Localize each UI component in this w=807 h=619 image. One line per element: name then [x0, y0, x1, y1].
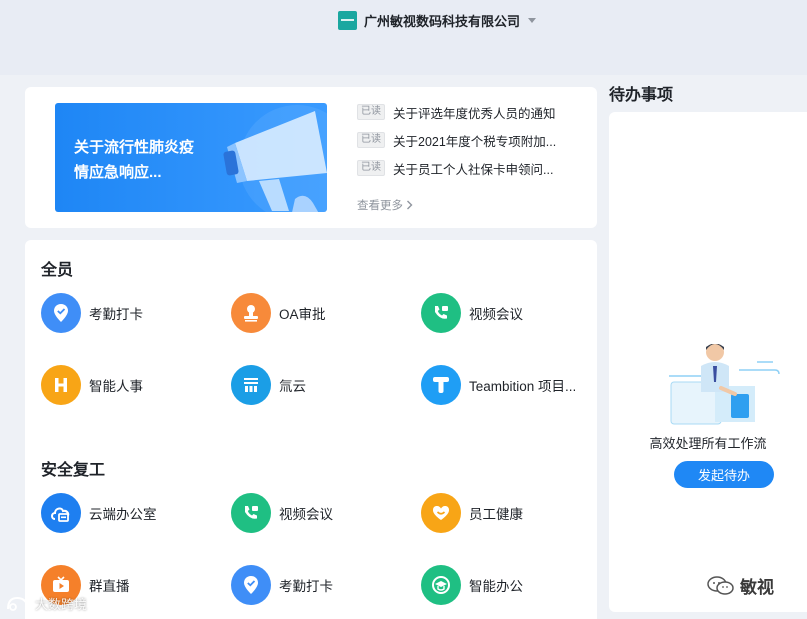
section-title-safe-return: 安全复工	[41, 462, 106, 479]
notice-item[interactable]: 已读 关于2021年度个税专项附加...	[357, 131, 587, 149]
app-label: 群直播	[89, 579, 130, 594]
notice-title: 关于评选年度优秀人员的通知	[393, 106, 556, 121]
cloud-form-icon	[231, 365, 271, 405]
app-label: 云端办公室	[89, 507, 157, 522]
app-label: 考勤打卡	[279, 579, 333, 594]
notice-item[interactable]: 已读 关于员工个人社保卡申领问...	[357, 159, 587, 177]
top-header: 广州敏视数码科技有限公司	[0, 0, 807, 75]
heart-icon	[421, 493, 461, 533]
wechat-icon	[707, 575, 734, 595]
org-switcher[interactable]: 广州敏视数码科技有限公司	[338, 10, 537, 30]
megaphone-icon	[223, 105, 327, 212]
cloud-office-icon	[41, 493, 81, 533]
teambition-icon	[421, 365, 461, 405]
app-cloud-office[interactable]: 云端办公室	[41, 493, 219, 533]
video-call-icon	[231, 493, 271, 533]
notice-list: 已读 关于评选年度优秀人员的通知 已读 关于2021年度个税专项附加... 已读…	[357, 103, 587, 187]
graduation-cap-icon	[421, 565, 461, 605]
read-badge: 已读	[357, 104, 385, 120]
notice-title: 关于2021年度个税专项附加...	[393, 134, 557, 149]
app-label: 氚云	[279, 379, 306, 394]
section-title-all-staff: 全员	[41, 262, 74, 279]
view-more-link[interactable]: 查看更多	[357, 197, 413, 213]
watermark-right: 敏视	[707, 573, 774, 598]
announcement-banner[interactable]: 关于流行性肺炎疫情应急响应...	[55, 103, 327, 212]
app-label: 视频会议	[279, 507, 333, 522]
app-video-meeting[interactable]: 视频会议	[231, 493, 409, 533]
app-label: 视频会议	[469, 307, 523, 322]
location-check-icon	[41, 293, 81, 333]
read-badge: 已读	[357, 132, 385, 148]
app-label: 考勤打卡	[89, 307, 143, 322]
create-todo-button[interactable]: 发起待办	[674, 461, 774, 488]
app-label: 员工健康	[469, 507, 523, 522]
app-attendance[interactable]: 考勤打卡	[231, 565, 409, 605]
app-label: 智能办公	[469, 579, 523, 594]
watermark-left-text: 大数跨境	[35, 597, 88, 612]
app-h3yun[interactable]: 氚云	[231, 365, 409, 405]
app-employee-health[interactable]: 员工健康	[421, 493, 599, 533]
watermark-left: 大数跨境	[5, 594, 87, 613]
chevron-right-icon	[407, 200, 413, 210]
notice-card: 关于流行性肺炎疫情应急响应... 已读 关于评选年度优秀人员的通知 已读 关于2…	[25, 87, 597, 228]
empty-state-illustration	[669, 344, 780, 425]
video-call-icon	[421, 293, 461, 333]
app-label: OA审批	[279, 307, 326, 322]
todo-title: 待办事项	[609, 87, 674, 104]
app-oa-approval[interactable]: OA审批	[231, 293, 409, 333]
app-label: Teambition 项目...	[469, 379, 577, 394]
app-attendance[interactable]: 考勤打卡	[41, 293, 219, 333]
watermark-right-text: 敏视	[740, 578, 774, 597]
notice-title: 关于员工个人社保卡申领问...	[393, 162, 554, 177]
org-name: 广州敏视数码科技有限公司	[364, 13, 521, 29]
todo-empty-text: 高效处理所有工作流	[649, 436, 767, 451]
notice-item[interactable]: 已读 关于评选年度优秀人员的通知	[357, 103, 587, 121]
location-check-icon	[231, 565, 271, 605]
hr-icon	[41, 365, 81, 405]
view-more-label: 查看更多	[357, 200, 403, 212]
app-smart-office[interactable]: 智能办公	[421, 565, 599, 605]
chevron-down-icon	[528, 17, 537, 23]
read-badge: 已读	[357, 160, 385, 176]
app-teambition[interactable]: Teambition 项目...	[421, 365, 599, 405]
stamp-icon	[231, 293, 271, 333]
todo-panel: 高效处理所有工作流 发起待办	[609, 112, 807, 612]
app-smart-hr[interactable]: 智能人事	[41, 365, 219, 405]
app-label: 智能人事	[89, 379, 143, 394]
apps-card: 全员 考勤打卡 OA审批 视频会议 智能人事 氚云 Teambition 项目.…	[25, 240, 597, 619]
brand-logo-icon	[7, 596, 28, 611]
app-video-meeting[interactable]: 视频会议	[421, 293, 599, 333]
org-logo-icon	[338, 10, 357, 30]
